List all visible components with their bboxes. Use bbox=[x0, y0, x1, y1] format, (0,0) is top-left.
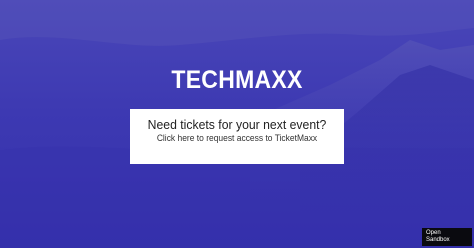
card-subtitle-link[interactable]: Click here to request access to TicketMa… bbox=[136, 133, 337, 144]
brand-title: TECHMAXX bbox=[171, 66, 303, 94]
open-sandbox-label-line2: Sandbox bbox=[426, 237, 450, 243]
card-title: Need tickets for your next event? bbox=[147, 117, 327, 132]
open-sandbox-button[interactable]: Open Sandbox bbox=[422, 228, 472, 246]
open-sandbox-label-line1: Open bbox=[426, 230, 441, 236]
hero-section: TECHMAXX Need tickets for your next even… bbox=[0, 0, 474, 248]
request-access-card[interactable]: Need tickets for your next event? Click … bbox=[130, 109, 344, 164]
